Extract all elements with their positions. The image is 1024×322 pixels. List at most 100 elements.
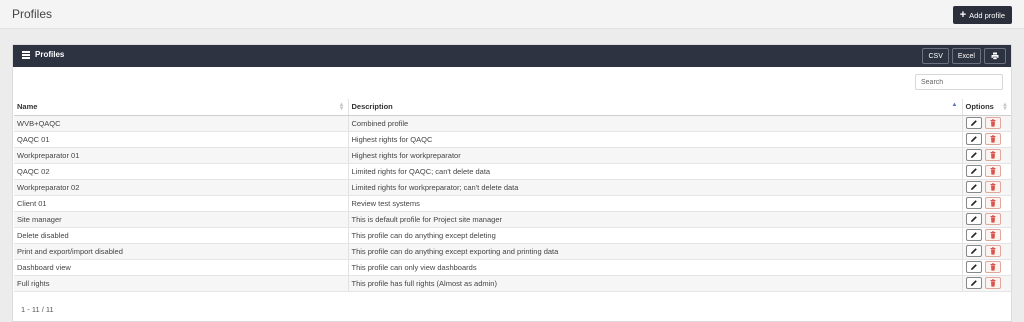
pencil-icon	[970, 280, 977, 286]
delete-button[interactable]	[984, 197, 1001, 209]
list-icon	[22, 51, 30, 59]
table-row: QAQC 02 Limited rights for QAQC; can't d…	[14, 163, 1011, 180]
column-header-name-label: Name	[17, 102, 38, 112]
delete-button[interactable]	[984, 117, 1001, 129]
options-cell	[962, 147, 1011, 164]
profile-name-cell: Client 01	[14, 195, 349, 212]
edit-button[interactable]	[965, 133, 982, 145]
options-cell	[962, 275, 1011, 292]
add-profile-label: Add profile	[969, 10, 1005, 20]
pencil-icon	[970, 248, 977, 254]
delete-button[interactable]	[984, 149, 1001, 161]
add-profile-button[interactable]: + Add profile	[952, 6, 1012, 24]
pagination-info: 1 - 11 / 11	[21, 305, 54, 314]
pencil-icon	[970, 152, 977, 158]
panel-header: Profiles CSV Excel	[13, 45, 1011, 67]
column-header-name[interactable]: Name ▲ ▼	[14, 99, 349, 116]
plus-icon: +	[959, 8, 967, 21]
pencil-icon	[970, 168, 977, 174]
table-row: Print and export/import disabled This pr…	[14, 243, 1011, 260]
search-input[interactable]	[915, 74, 1003, 90]
delete-button[interactable]	[984, 229, 1001, 241]
profile-description-cell: Limited rights for workpreparator; can't…	[348, 179, 963, 196]
trash-icon	[990, 119, 995, 127]
profile-description-cell: This profile has full rights (Almost as …	[348, 275, 963, 292]
sort-ascending-icon: ▲	[951, 102, 958, 108]
delete-button[interactable]	[984, 213, 1001, 225]
export-buttons: CSV Excel	[922, 48, 1006, 64]
edit-button[interactable]	[965, 117, 982, 129]
delete-button[interactable]	[984, 277, 1001, 289]
excel-button[interactable]: Excel	[951, 48, 981, 64]
profile-name-cell: Site manager	[14, 211, 349, 228]
profile-name-cell: QAQC 02	[14, 163, 349, 180]
pencil-icon	[970, 200, 977, 206]
profile-name-cell: Delete disabled	[14, 227, 349, 244]
edit-button[interactable]	[965, 165, 982, 177]
profile-name-cell: Workpreparator 02	[14, 179, 349, 196]
column-header-options[interactable]: Options ▲ ▼	[962, 99, 1011, 116]
profile-name-cell: Print and export/import disabled	[14, 243, 349, 260]
edit-button[interactable]	[965, 261, 982, 273]
trash-icon	[990, 263, 995, 271]
csv-button[interactable]: CSV	[922, 48, 949, 64]
edit-button[interactable]	[965, 149, 982, 161]
profile-name-cell: Full rights	[14, 275, 349, 292]
profiles-table: Name ▲ ▼ Description ▲ Options ▲ ▼ WVB+QAQ…	[14, 99, 1011, 292]
panel-title: Profiles	[22, 50, 64, 59]
top-bar: Profiles + Add profile	[0, 0, 1024, 29]
trash-icon	[990, 183, 995, 191]
pencil-icon	[970, 232, 977, 238]
profile-description-cell: Limited rights for QAQC; can't delete da…	[348, 163, 963, 180]
options-cell	[962, 179, 1011, 196]
sort-icon: ▲ ▼	[338, 102, 345, 112]
options-cell	[962, 115, 1011, 132]
table-row: QAQC 01 Highest rights for QAQC	[14, 131, 1011, 148]
table-row: Client 01 Review test systems	[14, 195, 1011, 212]
sort-icon: ▲ ▼	[1002, 102, 1008, 112]
pencil-icon	[970, 264, 977, 270]
profile-name-cell: WVB+QAQC	[14, 115, 349, 132]
edit-button[interactable]	[965, 181, 982, 193]
pencil-icon	[970, 136, 977, 142]
delete-button[interactable]	[984, 133, 1001, 145]
panel-title-text: Profiles	[35, 50, 65, 59]
edit-button[interactable]	[965, 197, 982, 209]
trash-icon	[990, 199, 995, 207]
edit-button[interactable]	[965, 213, 982, 225]
page-title: Profiles	[12, 7, 53, 21]
edit-button[interactable]	[965, 229, 982, 241]
trash-icon	[990, 167, 995, 175]
profile-name-cell: Workpreparator 01	[14, 147, 349, 164]
delete-button[interactable]	[984, 165, 1001, 177]
table-row: Workpreparator 01 Highest rights for wor…	[14, 147, 1011, 164]
print-button[interactable]	[984, 48, 1006, 64]
trash-icon	[990, 215, 995, 223]
table-header-row: Name ▲ ▼ Description ▲ Options ▲ ▼	[14, 99, 1011, 116]
column-header-description[interactable]: Description ▲	[348, 99, 963, 116]
delete-button[interactable]	[984, 261, 1001, 273]
pencil-icon	[970, 184, 977, 190]
profile-description-cell: This profile can do anything except dele…	[348, 227, 963, 244]
trash-icon	[990, 247, 995, 255]
options-cell	[962, 243, 1011, 260]
trash-icon	[990, 135, 995, 143]
delete-button[interactable]	[984, 245, 1001, 257]
options-cell	[962, 227, 1011, 244]
table-row: Dashboard view This profile can only vie…	[14, 259, 1011, 276]
column-header-options-label: Options	[965, 102, 994, 112]
table-row: Full rights This profile has full rights…	[14, 275, 1011, 292]
trash-icon	[990, 151, 995, 159]
profile-description-cell: This profile can only view dashboards	[348, 259, 963, 276]
profile-name-cell: Dashboard view	[14, 259, 349, 276]
table-row: Site manager This is default profile for…	[14, 211, 1011, 228]
profile-description-cell: Combined profile	[348, 115, 963, 132]
pencil-icon	[970, 120, 977, 126]
print-icon	[991, 52, 999, 60]
delete-button[interactable]	[984, 181, 1001, 193]
edit-button[interactable]	[965, 277, 982, 289]
column-header-description-label: Description	[351, 102, 393, 112]
edit-button[interactable]	[965, 245, 982, 257]
options-cell	[962, 211, 1011, 228]
pencil-icon	[970, 216, 977, 222]
